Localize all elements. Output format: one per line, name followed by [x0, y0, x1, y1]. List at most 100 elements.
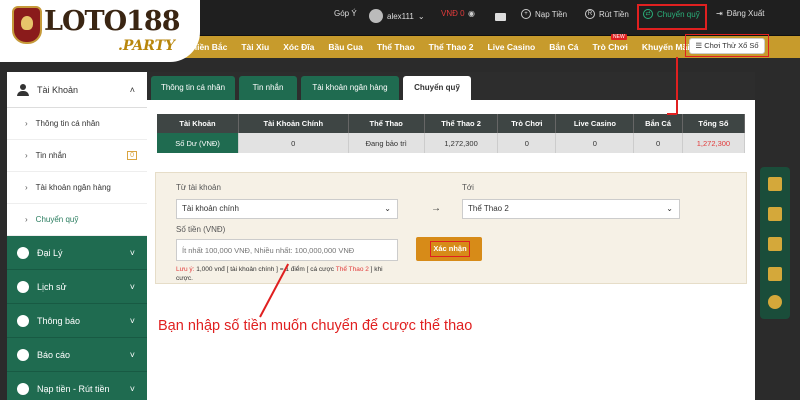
tab-bank[interactable]: Tài khoản ngân hàng — [301, 76, 399, 100]
sidebar-item-transfer[interactable]: › Chuyển quỹ — [7, 204, 147, 236]
new-badge: NEW — [611, 34, 627, 40]
tab-profile[interactable]: Thông tin cá nhân — [151, 76, 235, 100]
arrow-right-icon: → — [431, 203, 441, 214]
sidebar-item-notifications[interactable]: Thông báo ˅ — [7, 304, 147, 338]
mail-icon[interactable] — [768, 237, 782, 251]
tab-transfer[interactable]: Chuyển quỹ — [403, 76, 471, 100]
table-header-cell: Tổng Số — [682, 114, 746, 133]
table-header-cell: Trò Chơi — [497, 114, 557, 133]
message-count-badge: 0 — [127, 151, 137, 160]
sidebar-item-label: Báo cáo — [37, 349, 71, 360]
table-header-cell: Tài Khoản Chính — [238, 114, 349, 133]
chevron-right-icon: › — [25, 215, 28, 224]
sidebar-item-bank[interactable]: › Tài khoản ngân hàng — [7, 172, 147, 204]
username: alex111 — [387, 11, 414, 21]
chevron-down-icon: ⌄ — [384, 204, 391, 213]
user-menu[interactable]: alex111 ⌄ — [369, 9, 425, 23]
table-header-cell: Thể Thao — [348, 114, 425, 133]
deposit-link[interactable]: + Nạp Tiền — [521, 9, 567, 19]
tab-bar: Thông tin cá nhân Tin nhắn Tài khoản ngâ… — [147, 72, 755, 100]
mail-icon[interactable] — [495, 13, 506, 21]
wallet-icon — [17, 382, 29, 395]
sidebar-item-label: Chuyển quỹ — [35, 215, 79, 224]
note-text: 1,000 vnđ [ tài khoản chính ] = 1 điểm [… — [196, 266, 336, 273]
note-prefix: Lưu ý: — [176, 266, 197, 273]
feedback-link[interactable]: Góp Ý — [334, 9, 357, 18]
table-cell: 0 — [555, 133, 635, 153]
sidebar-item-label: Tài khoản ngân hàng — [35, 183, 111, 192]
floating-toolbar — [760, 167, 790, 319]
logo-sub: .PARTY — [118, 38, 176, 54]
table-header-cell: Tài Khoản — [157, 114, 240, 133]
deposit-icon: + — [521, 9, 531, 19]
eye-icon[interactable]: ◉ — [468, 9, 475, 18]
submit-button[interactable]: Xác nhận — [416, 237, 482, 261]
transfer-form: Từ tài khoản Tài khoản chính ⌄ → Tới Thể … — [155, 172, 747, 284]
sidebar-item-label: Đại Lý — [37, 247, 63, 258]
logo-text: LOTO188 — [44, 6, 180, 37]
from-account-select[interactable]: Tài khoản chính ⌄ — [176, 199, 398, 219]
balance-value: VNĐ 0 — [441, 9, 465, 18]
deposit-label: Nạp Tiền — [535, 9, 568, 19]
table-header-cell: Live Casino — [555, 114, 635, 133]
sidebar-item-agent[interactable]: Đại Lý ˅ — [7, 236, 147, 270]
sidebar-item-messages[interactable]: › Tin nhắn 0 — [7, 140, 147, 172]
nav-items: Miền Bắc Tài Xỉu Xóc Đĩa Bầu Cua Thể Thao Thể… — [190, 42, 704, 52]
chevron-down-icon: ˅ — [129, 383, 135, 394]
chevron-down-icon: ˅ — [129, 247, 135, 258]
sidebar-account-label: Tài Khoản — [37, 84, 79, 95]
sidebar-item-deposit-withdraw[interactable]: Nạp tiền - Rút tiền ˅ — [7, 372, 147, 400]
nav-item[interactable]: Thể Thao 2 — [429, 42, 474, 52]
sidebar-item-reports[interactable]: Báo cáo ˅ — [7, 338, 147, 372]
logo-emblem-icon — [12, 6, 42, 44]
to-account-value: Thể Thao 2 — [468, 204, 509, 213]
nav-item[interactable]: Live Casino — [488, 42, 536, 52]
tab-messages[interactable]: Tin nhắn — [239, 76, 297, 100]
logo[interactable]: LOTO188 .PARTY — [0, 0, 200, 62]
table-cell: Đang bảo trì — [348, 133, 425, 153]
table-header-cell: Bắn Cá — [633, 114, 683, 133]
table-header-row: Tài Khoản Tài Khoản Chính Thể Thao Thể Thao… — [157, 114, 746, 133]
chevron-up-icon: ˄ — [129, 84, 135, 95]
main-panel: Thông tin cá nhân Tin nhắn Tài khoản ngâ… — [147, 72, 755, 400]
feedback-label: Góp Ý — [334, 9, 357, 18]
annotation-text: Bạn nhập số tiền muốn chuyển để cược thể… — [158, 318, 473, 334]
nav-item[interactable]: Thể Thao — [377, 42, 415, 52]
from-label: Từ tài khoản — [176, 183, 221, 192]
nav-item[interactable]: Tài Xỉu — [241, 42, 269, 52]
table-cell: Số Dư (VNĐ) — [157, 133, 240, 153]
sidebar-item-label: Thông tin cá nhân — [35, 119, 100, 128]
table-cell: 0 — [633, 133, 683, 153]
table-cell: 0 — [238, 133, 349, 153]
speedometer-icon[interactable] — [768, 295, 782, 309]
withdraw-link[interactable]: R Rút Tiền — [585, 9, 629, 19]
nav-item[interactable]: Bầu Cua — [328, 42, 362, 52]
nav-item[interactable]: Khuyến Mãi — [642, 42, 690, 52]
sidebar-item-profile[interactable]: › Thông tin cá nhân — [7, 108, 147, 140]
withdraw-icon: R — [585, 9, 595, 19]
nav-item[interactable]: Xóc Đĩa — [283, 42, 314, 52]
withdraw-label: Rút Tiền — [599, 9, 629, 19]
table-cell: 0 — [497, 133, 557, 153]
sidebar-item-history[interactable]: Lịch sử ˅ — [7, 270, 147, 304]
bell-icon — [17, 314, 29, 327]
amount-input[interactable] — [176, 239, 398, 261]
balance-table: Tài Khoản Tài Khoản Chính Thể Thao Thể Thao… — [157, 114, 746, 153]
qr-code-icon[interactable] — [768, 267, 782, 281]
zalo-icon[interactable] — [768, 207, 782, 221]
balance: VNĐ 0 — [441, 9, 465, 18]
nav-item[interactable]: Trò Chơi — [593, 42, 628, 52]
support-icon[interactable] — [768, 177, 782, 191]
to-account-select[interactable]: Thể Thao 2 ⌄ — [462, 199, 680, 219]
sidebar-account-header[interactable]: Tài Khoản ˄ — [7, 72, 147, 108]
to-label: Tới — [462, 183, 474, 192]
nav-item[interactable]: Bắn Cá — [549, 42, 578, 52]
amount-label: Số tiền (VNĐ) — [176, 225, 226, 234]
chevron-down-icon: ˅ — [129, 281, 135, 292]
chevron-down-icon: ˅ — [129, 315, 135, 326]
sidebar: Tài Khoản ˄ › Thông tin cá nhân › Tin nhắn… — [7, 72, 147, 400]
from-account-value: Tài khoản chính — [182, 204, 239, 213]
table-cell: 1,272,300 — [682, 133, 746, 153]
sidebar-item-label: Tin nhắn — [35, 151, 67, 160]
logout-link[interactable]: ⇥ Đăng Xuất — [716, 9, 765, 18]
